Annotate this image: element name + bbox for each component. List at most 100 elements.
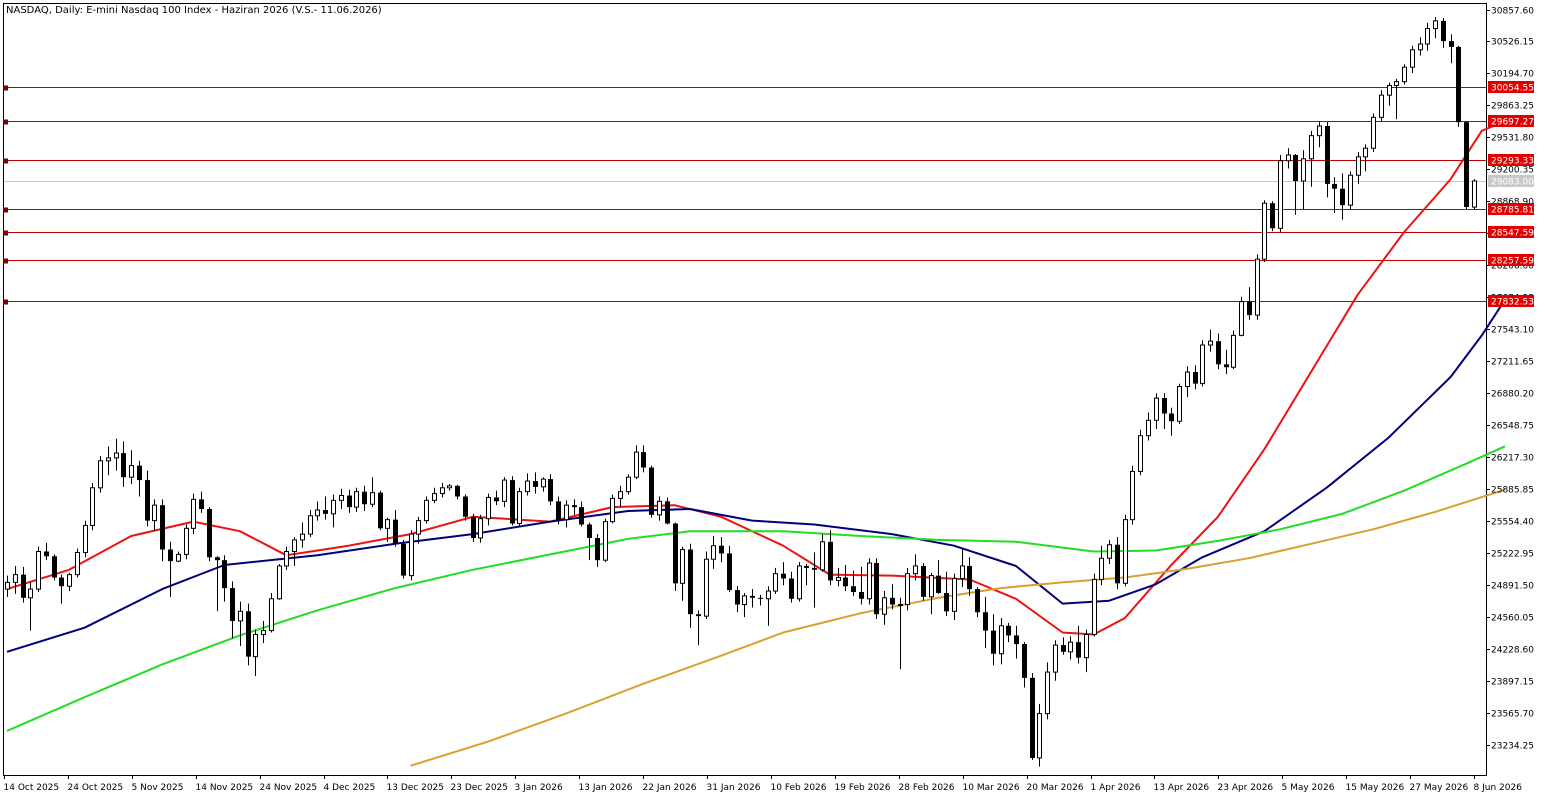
- time-tick-label: 13 Apr 2026: [1154, 783, 1210, 793]
- candle-body-bear: [455, 485, 460, 497]
- candle-body-bear: [851, 586, 856, 593]
- candle-body-bull: [67, 574, 72, 587]
- candle-body-bull: [704, 558, 709, 617]
- level-marker: [3, 258, 8, 264]
- candle-body-bull: [1084, 633, 1089, 659]
- candle-body-bull: [913, 565, 918, 575]
- candle-body-bull: [90, 487, 95, 526]
- candle-body-bear: [401, 543, 406, 576]
- candle-body-bull: [1185, 371, 1190, 388]
- candle: [401, 539, 406, 579]
- candle-body-bull: [929, 575, 934, 598]
- time-tick-label: 5 Nov 2025: [132, 783, 184, 793]
- candle-body-bear: [890, 597, 895, 605]
- candle-body-bull: [1262, 202, 1267, 260]
- level-label: 27832.53: [1491, 298, 1534, 308]
- candle-body-bear: [750, 595, 755, 598]
- candle-body-bear: [52, 556, 57, 578]
- candle: [409, 530, 414, 581]
- candle-body-bear: [804, 565, 809, 568]
- candle-body-bull: [657, 500, 662, 516]
- candle-body-bull: [502, 479, 507, 502]
- candle-body-bull: [1363, 147, 1368, 158]
- candle-body-bear: [1449, 41, 1454, 47]
- candle: [626, 474, 631, 495]
- candle-body-bull: [238, 610, 243, 622]
- candle: [649, 465, 654, 518]
- candle: [610, 494, 615, 524]
- candle: [269, 592, 274, 633]
- price-tick-label: 23565.70: [1491, 710, 1534, 720]
- candle-body-bull: [773, 573, 778, 592]
- candle-body-bear: [975, 589, 980, 613]
- candle: [874, 558, 879, 620]
- candle: [1177, 383, 1182, 425]
- candle-body-bull: [354, 491, 359, 508]
- candle-body-bull: [28, 588, 33, 599]
- candle-body-bull: [1107, 544, 1112, 559]
- candle-body-bull: [308, 515, 313, 535]
- time-tick-label: 19 Feb 2026: [835, 783, 891, 793]
- time-tick-label: 14 Nov 2025: [196, 783, 254, 793]
- candle-body-bear: [921, 565, 926, 597]
- candle-body-bear: [587, 524, 592, 538]
- candle-body-bear: [362, 491, 367, 505]
- candle-body-bear: [1441, 20, 1446, 42]
- candle-body-bull: [1402, 66, 1407, 83]
- candle-body-bear: [641, 452, 646, 468]
- candle-body-bear: [137, 465, 142, 481]
- candle-body-bear: [688, 549, 693, 615]
- candle-body-bear: [1247, 301, 1252, 316]
- candle: [704, 551, 709, 620]
- candle-body-bull: [999, 625, 1004, 655]
- candle-body-bear: [168, 549, 173, 562]
- candle-body-bull: [114, 452, 119, 459]
- candle-body-bear: [874, 563, 879, 615]
- candle-body-bull: [1239, 301, 1244, 336]
- candle-body-bull: [1200, 344, 1205, 385]
- price-tick-label: 30526.15: [1491, 38, 1534, 48]
- candle: [471, 513, 476, 542]
- time-tick-label: 28 Feb 2026: [899, 783, 955, 793]
- candle-body-bull: [1425, 28, 1430, 45]
- candle: [1115, 537, 1120, 590]
- candle-body-bull: [36, 550, 41, 590]
- candle-body-bull: [1045, 671, 1050, 715]
- candle-body-bull: [191, 498, 196, 529]
- time-tick-label: 4 Dec 2025: [324, 783, 376, 793]
- candle: [1278, 154, 1283, 233]
- candle: [1200, 340, 1205, 387]
- candle-body-bull: [478, 518, 483, 539]
- level-marker: [3, 119, 8, 125]
- time-tick-label: 3 Jan 2026: [515, 783, 563, 793]
- candle: [463, 494, 468, 521]
- candle-body-bull: [253, 633, 258, 658]
- candle-body-bull: [261, 630, 266, 635]
- candle-body-bear: [789, 578, 794, 599]
- candle-body-bull: [1394, 81, 1399, 86]
- candle: [921, 563, 926, 601]
- candle: [1464, 121, 1469, 209]
- candle-body-bull: [836, 577, 841, 581]
- candle-body-bull: [711, 545, 716, 560]
- candle-body-bull: [626, 476, 631, 493]
- candle: [246, 603, 251, 666]
- candle-body-bear: [595, 537, 600, 561]
- level-label: 29697.27: [1491, 118, 1534, 128]
- candle-body-bear: [1216, 341, 1221, 365]
- candle: [1402, 64, 1407, 85]
- candle-body-bull: [284, 550, 289, 567]
- candle-body-bear: [579, 507, 584, 525]
- level-marker: [3, 299, 8, 305]
- candle-body-bull: [1371, 116, 1376, 149]
- candle-body-bull: [13, 574, 18, 583]
- candle-body-bull: [1053, 644, 1058, 673]
- candle-body-bull: [1068, 641, 1073, 653]
- candle-body-bull: [152, 504, 157, 522]
- time-tick-label: 8 Jun 2026: [1474, 783, 1523, 793]
- candle-body-bear: [649, 467, 654, 515]
- time-tick-label: 5 May 2026: [1282, 783, 1335, 793]
- candle-body-bear: [828, 541, 833, 581]
- candle-body-bull: [525, 480, 530, 493]
- price-tick-label: 24560.05: [1491, 614, 1534, 624]
